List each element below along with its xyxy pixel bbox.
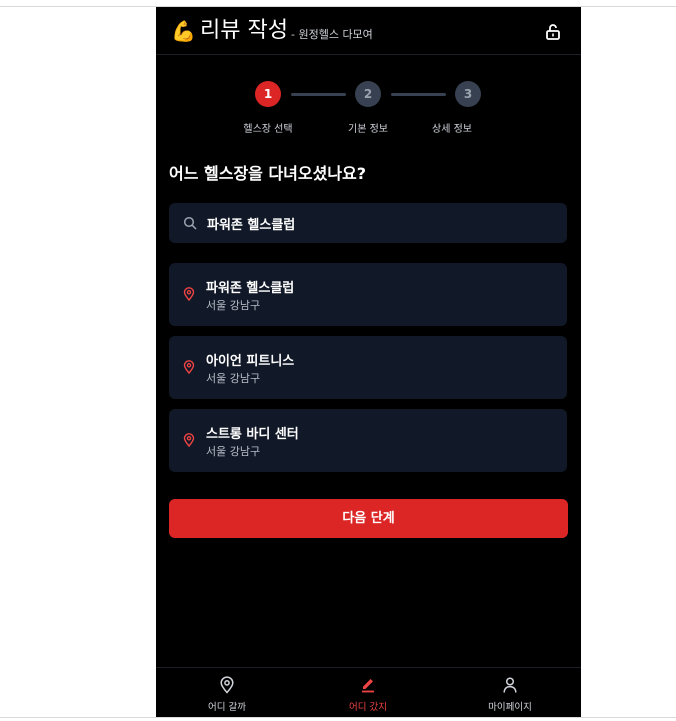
page-title: 리뷰 작성 (200, 18, 288, 43)
map-pin-icon (220, 676, 234, 694)
header: 💪 리뷰 작성 - 원정헬스 다모여 (156, 7, 581, 55)
step-connector (391, 93, 446, 96)
nav-item-my-page[interactable]: 마이페이지 (460, 668, 560, 718)
nav-item-where-did-i-go[interactable]: 어디 갔지 (318, 668, 418, 718)
search-icon (183, 216, 197, 230)
location-pin-icon (183, 360, 195, 374)
unlock-icon (546, 24, 560, 40)
step-3-label: 상세 정보 (432, 124, 472, 135)
step-3-circle: 3 (455, 81, 481, 107)
step-1-circle: 1 (255, 81, 281, 107)
nav-label: 어디 갔지 (349, 702, 387, 713)
app-screen: 💪 리뷰 작성 - 원정헬스 다모여 1 2 3 헬스장 선택 기본 정보 상세… (156, 7, 581, 718)
user-icon (503, 677, 517, 693)
gym-name: 아이언 피트니스 (206, 354, 295, 369)
gym-option[interactable]: 아이언 피트니스 서울 강남구 (169, 336, 567, 399)
bottom-nav: 어디 갈까 어디 갔지 마이페이지 (156, 667, 581, 718)
search-input[interactable] (207, 203, 547, 243)
pencil-icon (362, 679, 374, 693)
location-pin-icon (183, 287, 195, 301)
gym-location: 서울 강남구 (206, 372, 261, 385)
gym-name: 스트롱 바디 센터 (206, 427, 299, 442)
gym-option[interactable]: 파워존 헬스클럽 서울 강남구 (169, 263, 567, 326)
gym-location: 서울 강남구 (206, 445, 261, 458)
next-step-button[interactable]: 다음 단계 (169, 499, 568, 538)
nav-item-where-to-go[interactable]: 어디 갈까 (177, 668, 277, 718)
step-1-label: 헬스장 선택 (243, 124, 293, 135)
unlock-button[interactable] (542, 21, 564, 43)
step-2-circle: 2 (355, 81, 381, 107)
gym-location: 서울 강남구 (206, 299, 261, 312)
window-bottom-border (0, 717, 676, 718)
step-indicator: 1 2 3 헬스장 선택 기본 정보 상세 정보 (156, 79, 581, 139)
gym-option[interactable]: 스트롱 바디 센터 서울 강남구 (169, 409, 567, 472)
nav-label: 어디 갈까 (208, 702, 246, 713)
step-2-label: 기본 정보 (348, 124, 388, 135)
search-box (169, 203, 567, 243)
gym-name: 파워존 헬스클럽 (206, 281, 295, 296)
flexed-arm-icon: 💪 (171, 19, 196, 43)
question-heading: 어느 헬스장을 다녀오셨나요? (169, 164, 367, 183)
step-connector (291, 93, 346, 96)
location-pin-icon (183, 433, 195, 447)
page-subtitle: - 원정헬스 다모여 (291, 28, 373, 41)
nav-label: 마이페이지 (488, 702, 532, 713)
